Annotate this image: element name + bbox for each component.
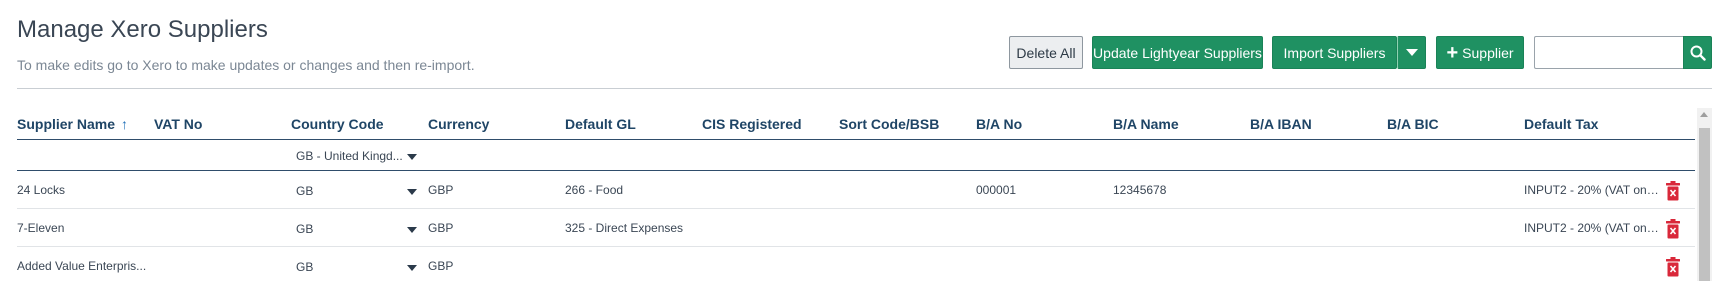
column-header-currency[interactable]: Currency [428,116,489,132]
column-header-ba-bic[interactable]: B/A BIC [1387,116,1439,132]
trash-icon[interactable] [1665,257,1681,277]
column-header-ba-name[interactable]: B/A Name [1113,116,1179,132]
caret-down-icon [407,227,417,233]
filter-row: GB - United Kingd... [17,140,1695,171]
column-header-supplier-name[interactable]: Supplier Name ↑ [17,116,128,132]
suppliers-table: Supplier Name ↑ VAT No Country Code Curre… [17,108,1695,281]
supplier-name-cell: 7-Eleven [17,221,65,235]
caret-down-icon [407,154,417,160]
plus-icon: + [1446,41,1459,64]
column-header-country-code[interactable]: Country Code [291,116,384,132]
caret-down-icon [407,265,417,271]
table-header-row: Supplier Name ↑ VAT No Country Code Curre… [17,108,1695,140]
currency-cell: GBP [428,183,454,197]
default-tax-cell: INPUT2 - 20% (VAT on ... [1524,221,1659,235]
scrollbar-thumb[interactable] [1699,128,1710,281]
search-icon [1690,45,1706,61]
country-code-filter-value: GB - United Kingd... [296,149,403,163]
update-lightyear-suppliers-button[interactable]: Update Lightyear Suppliers [1092,36,1263,69]
column-header-sort-code[interactable]: Sort Code/BSB [839,116,939,132]
country-code-select[interactable]: GB [296,181,421,201]
country-code-select[interactable]: GB [296,219,421,239]
search-button[interactable] [1683,36,1712,69]
header-divider [17,88,1712,89]
arrow-up-icon: ↑ [121,116,129,132]
table-row[interactable]: Added Value Enterpris... GB GBP [17,247,1695,281]
vertical-scrollbar[interactable] [1697,108,1712,281]
country-code-value: GB [296,260,314,274]
country-code-value: GB [296,184,314,198]
table-row[interactable]: 24 Locks GB GBP 266 - Food 000001 123456… [17,171,1695,209]
default-gl-cell: 325 - Direct Expenses [565,221,684,235]
currency-cell: GBP [428,259,454,273]
column-header-cis-registered[interactable]: CIS Registered [702,116,802,132]
ba-name-cell: 12345678 [1113,183,1167,197]
default-tax-cell: INPUT2 - 20% (VAT on ... [1524,183,1659,197]
column-header-label: Supplier Name [17,116,116,132]
column-header-default-tax[interactable]: Default Tax [1524,116,1598,132]
country-code-select[interactable]: GB [296,257,421,277]
currency-cell: GBP [428,221,454,235]
page-title: Manage Xero Suppliers [17,16,268,43]
supplier-name-cell: Added Value Enterpris... [17,259,147,273]
column-header-ba-no[interactable]: B/A No [976,116,1022,132]
caret-down-icon [1405,49,1418,56]
add-supplier-button[interactable]: + Supplier [1436,36,1524,69]
ba-no-cell: 000001 [976,183,1017,197]
page-subtitle: To make edits go to Xero to make updates… [17,57,475,73]
trash-icon[interactable] [1665,181,1681,201]
scroll-up-arrow-icon[interactable] [1700,112,1708,117]
country-code-value: GB [296,222,314,236]
toolbar: Delete All Update Lightyear Suppliers Im… [1009,36,1712,69]
country-code-filter-select[interactable]: GB - United Kingd... [296,146,421,166]
column-header-default-gl[interactable]: Default GL [565,116,636,132]
delete-all-button[interactable]: Delete All [1009,36,1083,69]
search-input[interactable] [1534,36,1683,69]
import-suppliers-split-button: Import Suppliers [1272,36,1426,69]
search-box [1534,36,1712,69]
default-gl-cell: 266 - Food [565,183,624,197]
column-header-vat-no[interactable]: VAT No [154,116,202,132]
trash-icon[interactable] [1665,219,1681,239]
add-supplier-label: Supplier [1462,44,1514,61]
caret-down-icon [407,189,417,195]
import-options-dropdown[interactable] [1397,36,1426,69]
supplier-name-cell: 24 Locks [17,183,66,197]
import-suppliers-button[interactable]: Import Suppliers [1272,36,1397,69]
table-row[interactable]: 7-Eleven GB GBP 325 - Direct Expenses IN… [17,209,1695,247]
column-header-ba-iban[interactable]: B/A IBAN [1250,116,1312,132]
